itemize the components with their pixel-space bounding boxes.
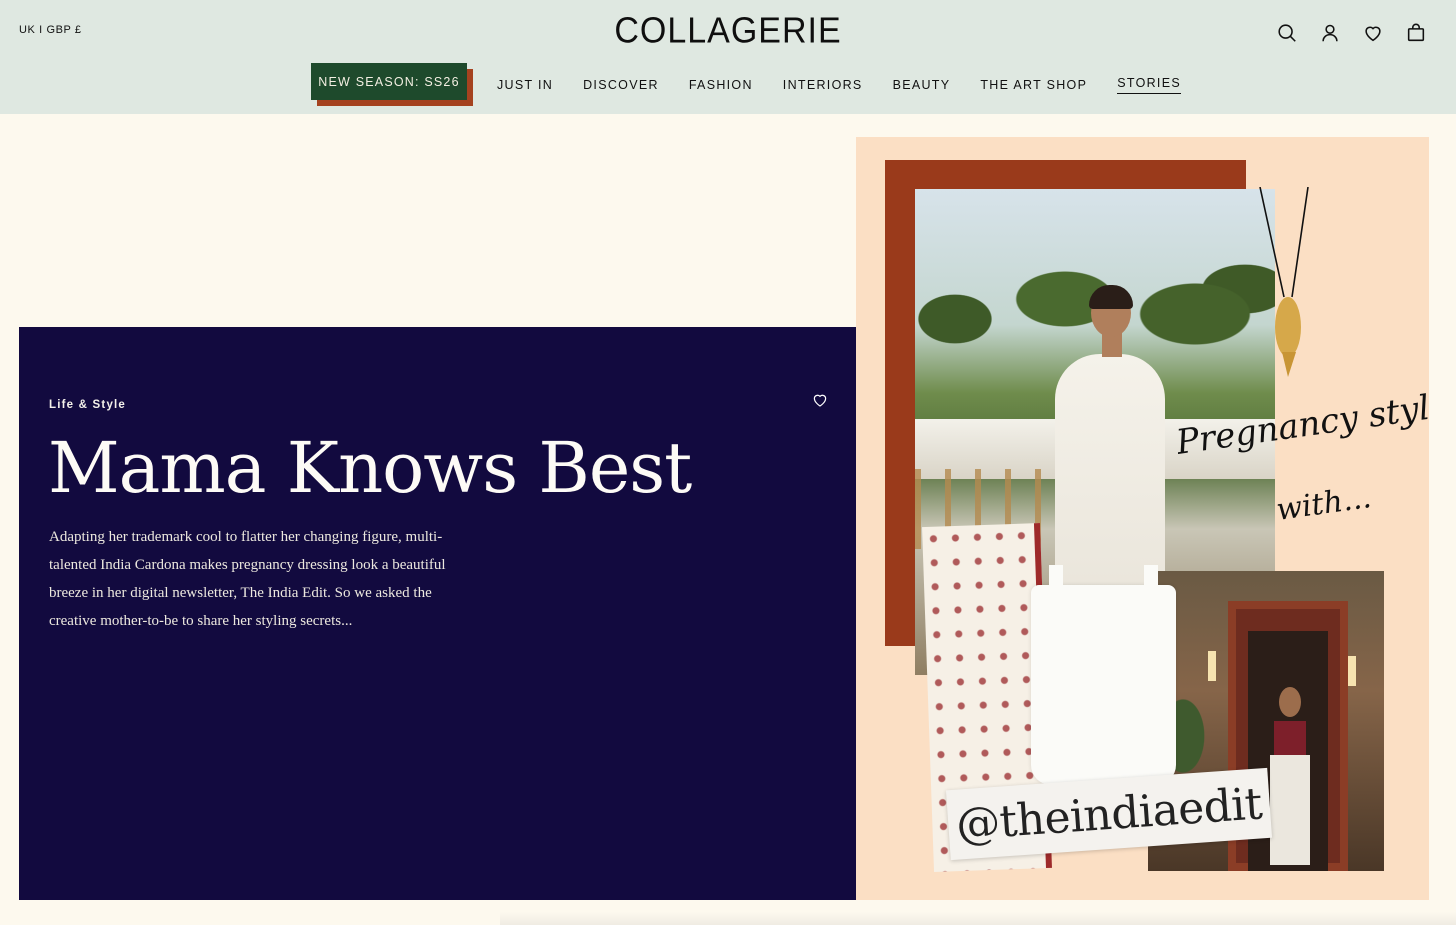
photo-person-top [1274, 721, 1306, 755]
main-nav: NEW SEASON: SS26 JUST IN DISCOVER FASHIO… [311, 63, 1196, 107]
search-icon[interactable] [1274, 20, 1299, 45]
nav-item-label: FASHION [688, 78, 753, 92]
account-icon[interactable] [1317, 20, 1342, 45]
hero-panel[interactable]: Life & Style Mama Knows Best Adapting he… [19, 327, 856, 900]
article-excerpt: Adapting her trademark cool to flatter h… [49, 529, 446, 629]
instagram-handle: @theindiaedit [954, 777, 1264, 851]
wishlist-icon[interactable] [1360, 20, 1385, 45]
heart-icon[interactable] [811, 391, 829, 409]
site-header: UK I GBP £ COLLAGERIE NEW SEASON: SS26 J… [0, 0, 1456, 114]
hero-collage-image[interactable]: Pregnancy style with... @theindiaedit [856, 137, 1429, 900]
script-line-2: with... [1274, 480, 1373, 528]
nav-item-fashion[interactable]: FASHION [674, 67, 768, 104]
white-camisole [1031, 565, 1176, 785]
photo-person-skirt [1270, 755, 1310, 865]
camisole-strap [1049, 565, 1063, 605]
logo-text: COLLAGERIE [614, 11, 842, 51]
nav-item-the-art-shop[interactable]: THE ART SHOP [965, 67, 1102, 104]
photo-lamp [1348, 656, 1356, 686]
article-title[interactable]: Mama Knows Best [48, 427, 692, 509]
nav-item-label: THE ART SHOP [980, 78, 1088, 92]
nav-item-discover[interactable]: DISCOVER [568, 67, 674, 104]
bag-icon[interactable] [1403, 20, 1428, 45]
nav-item-beauty[interactable]: BEAUTY [878, 67, 966, 104]
page-bottom-edge [500, 912, 1456, 925]
nav-item-just-in[interactable]: JUST IN [497, 67, 568, 104]
nav-item-label: DISCOVER [583, 78, 659, 92]
article-category[interactable]: Life & Style [49, 399, 126, 411]
script-caption: Pregnancy style with... [1178, 392, 1428, 528]
nav-item-label: INTERIORS [782, 78, 863, 92]
header-icons [1274, 20, 1428, 45]
nav-item-label: STORIES [1117, 76, 1181, 94]
photo-person-head [1279, 687, 1301, 717]
nav-item-stories[interactable]: STORIES [1102, 67, 1196, 104]
nav-item-interiors[interactable]: INTERIORS [768, 67, 878, 104]
site-logo[interactable]: COLLAGERIE [0, 11, 1456, 51]
season-button-wrap: NEW SEASON: SS26 [311, 63, 473, 107]
new-season-button[interactable]: NEW SEASON: SS26 [311, 63, 467, 100]
script-line-1: Pregnancy style [1178, 392, 1428, 463]
nav-items: JUST IN DISCOVER FASHION INTERIORS BEAUT… [497, 67, 1196, 104]
nav-item-label: BEAUTY [892, 78, 951, 92]
photo-lamp [1208, 651, 1216, 681]
camisole-strap [1144, 565, 1158, 605]
fish-pendant-necklace [1259, 187, 1309, 377]
nav-item-label: JUST IN [497, 78, 554, 92]
